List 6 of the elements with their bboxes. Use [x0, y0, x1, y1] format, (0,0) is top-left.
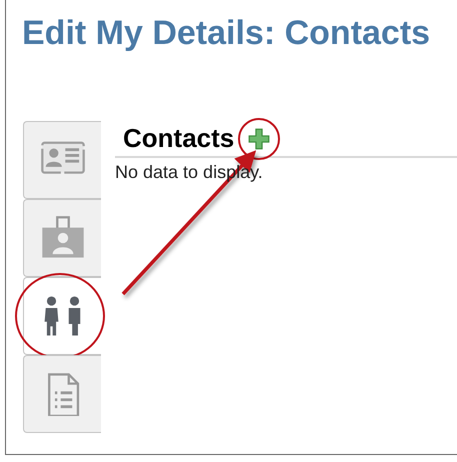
page-title: Edit My Details: Contacts [21, 13, 432, 53]
badge-icon [40, 216, 86, 260]
add-button[interactable] [248, 128, 270, 150]
plus-icon [248, 128, 270, 150]
tab[interactable] [23, 277, 101, 355]
section-title: Contacts [123, 123, 234, 154]
